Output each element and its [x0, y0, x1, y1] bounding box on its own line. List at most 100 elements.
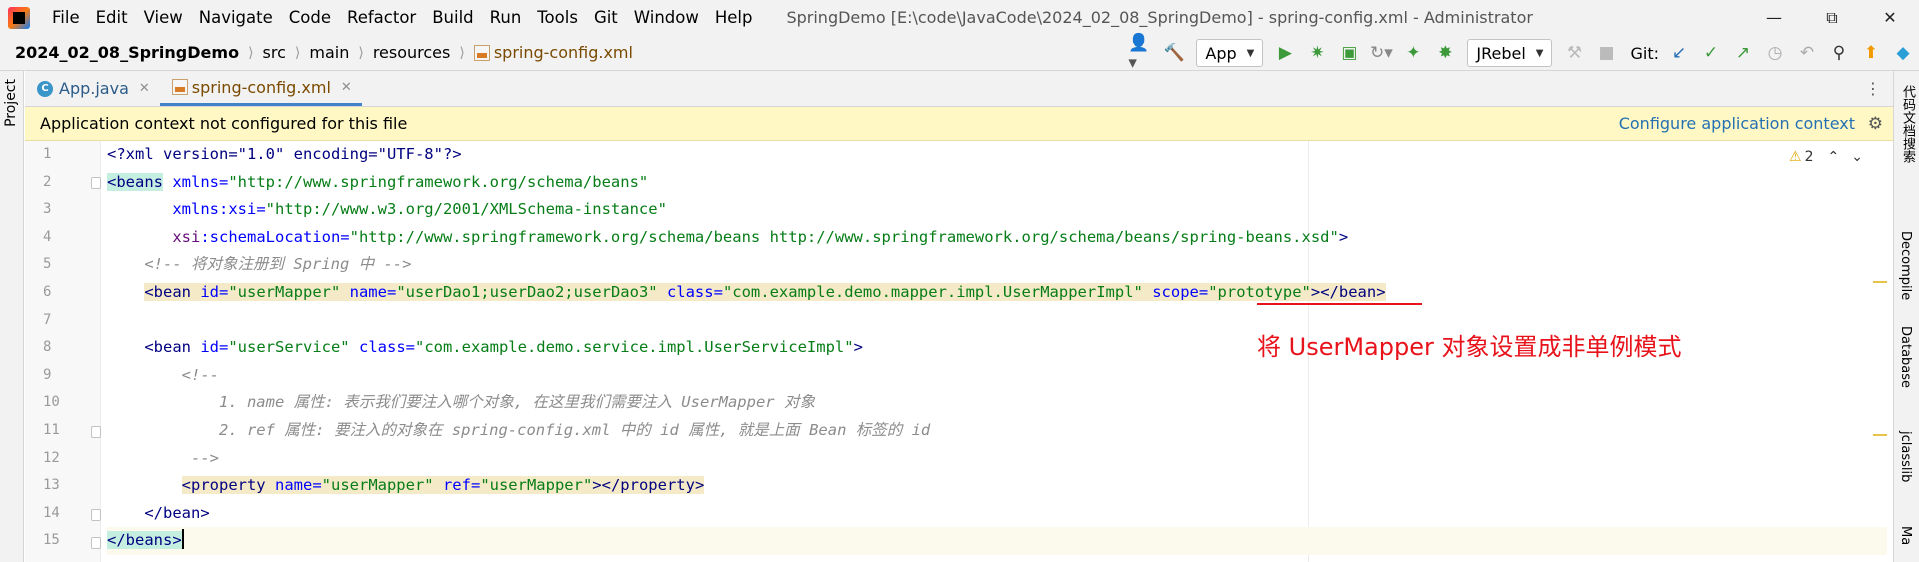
minimize-icon[interactable]: —	[1745, 0, 1803, 35]
xml-comment: <!--	[181, 365, 219, 384]
breadcrumb-src[interactable]: src	[263, 43, 286, 62]
banner-message: Application context not configured for t…	[40, 114, 408, 133]
git-update-icon[interactable]: ↙	[1665, 39, 1693, 67]
close-icon[interactable]: ✕	[139, 81, 150, 96]
code-line-1: <?xml version="1.0" encoding="UTF-8"?>	[107, 141, 1887, 169]
close-window-icon[interactable]: ✕	[1861, 0, 1919, 35]
bean-close-tag: </bean>	[144, 503, 210, 522]
scope-attr-name: scope=	[1152, 282, 1209, 301]
fold-icon[interactable]	[91, 509, 101, 521]
caret-down-icon: ▼	[1535, 47, 1544, 59]
property-close-tag: ></property>	[592, 476, 705, 495]
database-tool-button[interactable]: Database	[1898, 326, 1913, 388]
chevron-right-icon: ⟩	[358, 44, 364, 61]
tab-app-java[interactable]: C App.java ✕	[25, 71, 160, 106]
attr-value: "http://www.springframework.org/schema/b…	[349, 227, 1339, 246]
breadcrumb-project[interactable]: 2024_02_08_SpringDemo	[15, 43, 239, 62]
debug-icon[interactable]: ✷	[1303, 39, 1331, 67]
attr-name: xmlns:xsi=	[172, 200, 266, 219]
line-number: 11	[43, 421, 60, 438]
menu-tools[interactable]: Tools	[529, 0, 586, 35]
project-tool-button[interactable]: Project	[3, 79, 19, 127]
git-rollback-icon[interactable]: ↶	[1793, 39, 1821, 67]
restore-icon[interactable]: ⧉	[1803, 0, 1861, 35]
right-tool-stripe: 代码文档搜索 Decompile Database jclasslib Ma	[1893, 71, 1919, 562]
close-icon[interactable]: ✕	[341, 80, 352, 95]
stop-icon[interactable]: ■	[1592, 39, 1620, 67]
run-icon[interactable]: ▶	[1271, 39, 1299, 67]
jrebel-run-icon[interactable]: ✦	[1399, 39, 1427, 67]
breadcrumb-resources[interactable]: resources	[373, 43, 451, 62]
doc-search-tool-button[interactable]: 代码文档搜索	[1898, 85, 1917, 163]
scroll-marker[interactable]	[1873, 281, 1887, 283]
caret-down-icon: ▼	[1246, 47, 1255, 59]
gear-icon[interactable]: ⚙	[1868, 114, 1883, 134]
code-line-5: <!-- 将对象注册到 Spring 中 -->	[107, 251, 1887, 279]
xml-comment: 2. ref 属性: 要注入的对象在 spring-config.xml 中的 …	[218, 420, 931, 439]
menu-window[interactable]: Window	[626, 0, 707, 35]
coverage-icon[interactable]: ▣	[1335, 39, 1363, 67]
fold-icon[interactable]	[91, 426, 101, 438]
git-push-icon[interactable]: ↗	[1729, 39, 1757, 67]
git-history-icon[interactable]: ◷	[1761, 39, 1789, 67]
git-label: Git:	[1630, 43, 1659, 63]
run-config-select[interactable]: App ▼	[1196, 39, 1264, 67]
window-controls: — ⧉ ✕	[1745, 0, 1919, 35]
decompile-tool-button[interactable]: Decompile	[1898, 231, 1913, 300]
inspection-widget[interactable]: ⚠ 2 ⌃ ⌄	[1789, 149, 1863, 165]
chevron-up-icon[interactable]: ⌃	[1828, 149, 1840, 165]
update-icon[interactable]: ⬆	[1857, 39, 1885, 67]
fold-icon[interactable]	[91, 537, 101, 549]
tag-end: >	[1338, 227, 1349, 246]
menu-code[interactable]: Code	[281, 0, 339, 35]
menu-edit[interactable]: Edit	[88, 0, 136, 35]
tab-spring-config[interactable]: spring-config.xml ✕	[159, 71, 362, 106]
code-editor[interactable]: 1 2 3 4 5 6 7 8 9 10 11 12 13 14 15 <?xm…	[25, 141, 1893, 562]
jrebel-debug-icon[interactable]: ✸	[1431, 39, 1459, 67]
attr-name: xmlns=	[163, 172, 229, 191]
attr-name: name=	[340, 282, 397, 301]
breadcrumb-file[interactable]: spring-config.xml	[494, 43, 633, 62]
main-toolbar: 👤▾ 🔨 App ▼ ▶ ✷ ▣ ↻▾ ✦ ✸ JRebel ▼ ⚒ ■ Git…	[1126, 33, 1919, 73]
maven-tool-button[interactable]: Ma	[1898, 526, 1913, 545]
chevron-right-icon: ⟩	[294, 44, 301, 61]
menu-navigate[interactable]: Navigate	[191, 0, 281, 35]
fold-icon[interactable]	[91, 177, 101, 189]
menu-refactor[interactable]: Refactor	[339, 0, 424, 35]
attr-name: name=	[265, 476, 322, 495]
attr-value: "userMapper"	[321, 476, 434, 495]
menu-git[interactable]: Git	[586, 0, 626, 35]
red-annotation-text: 将 UserMapper 对象设置成非单例模式	[1257, 333, 1682, 361]
menu-run[interactable]: Run	[482, 0, 530, 35]
user-icon[interactable]: 👤▾	[1128, 33, 1156, 73]
scroll-marker[interactable]	[1873, 434, 1887, 436]
git-commit-icon[interactable]: ✓	[1697, 39, 1725, 67]
menu-view[interactable]: View	[136, 0, 191, 35]
configure-context-link[interactable]: Configure application context	[1619, 114, 1855, 133]
line-number: 10	[43, 394, 60, 411]
profile-icon[interactable]: ↻▾	[1367, 39, 1395, 67]
menu-build[interactable]: Build	[424, 0, 481, 35]
attr-value: "http://www.w3.org/2001/XMLSchema-instan…	[265, 200, 667, 219]
line-number: 3	[43, 201, 52, 218]
editor-gutter: 1 2 3 4 5 6 7 8 9 10 11 12 13 14 15	[25, 141, 101, 562]
code-line-2: <beans xmlns="http://www.springframework…	[107, 169, 1887, 197]
attr-value: "com.example.demo.service.impl.UserServi…	[414, 338, 854, 357]
toolbox-icon[interactable]: ◆	[1889, 39, 1917, 67]
tab-label: App.java	[59, 79, 129, 98]
chevron-down-icon[interactable]: ⌄	[1851, 149, 1863, 165]
jclasslib-tool-button[interactable]: jclasslib	[1898, 431, 1913, 482]
build-hammer-icon[interactable]: 🔨	[1160, 39, 1188, 67]
search-icon[interactable]: ⚲	[1825, 39, 1853, 67]
breadcrumb-main[interactable]: main	[309, 43, 349, 62]
more-vertical-icon[interactable]: ⋮	[1865, 79, 1881, 98]
bean-open-tag: <bean	[144, 338, 191, 357]
line-number: 1	[43, 146, 52, 162]
attr-value: "userDao1;userDao2;userDao3"	[396, 282, 658, 301]
jrebel-select[interactable]: JRebel ▼	[1467, 39, 1553, 67]
hammer-disabled-icon[interactable]: ⚒	[1560, 39, 1588, 67]
menu-file[interactable]: File	[44, 0, 88, 35]
menu-help[interactable]: Help	[707, 0, 761, 35]
property-open-tag: <property	[181, 476, 266, 495]
beans-close-tag: </beans>	[107, 531, 182, 550]
